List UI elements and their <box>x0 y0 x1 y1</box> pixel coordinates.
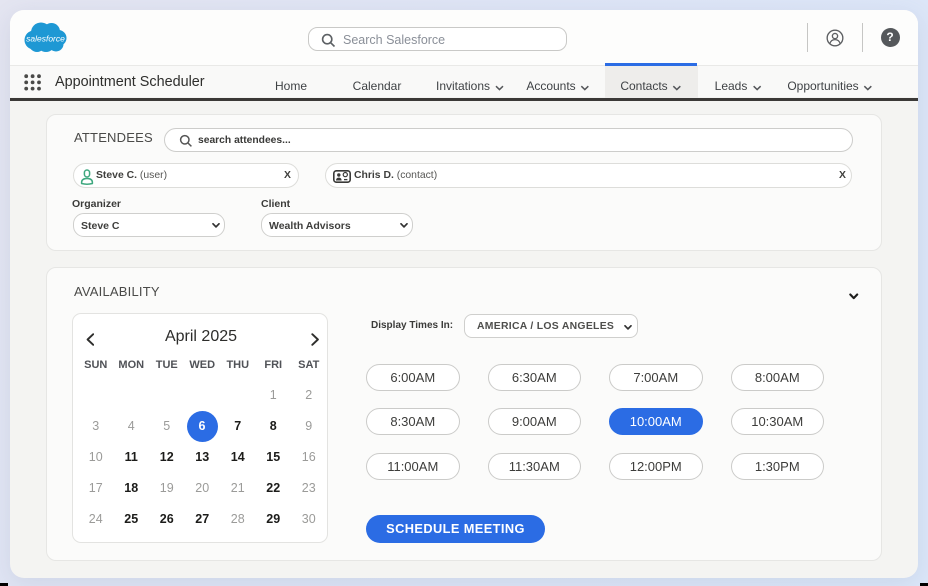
svg-text:salesforce: salesforce <box>26 34 65 44</box>
